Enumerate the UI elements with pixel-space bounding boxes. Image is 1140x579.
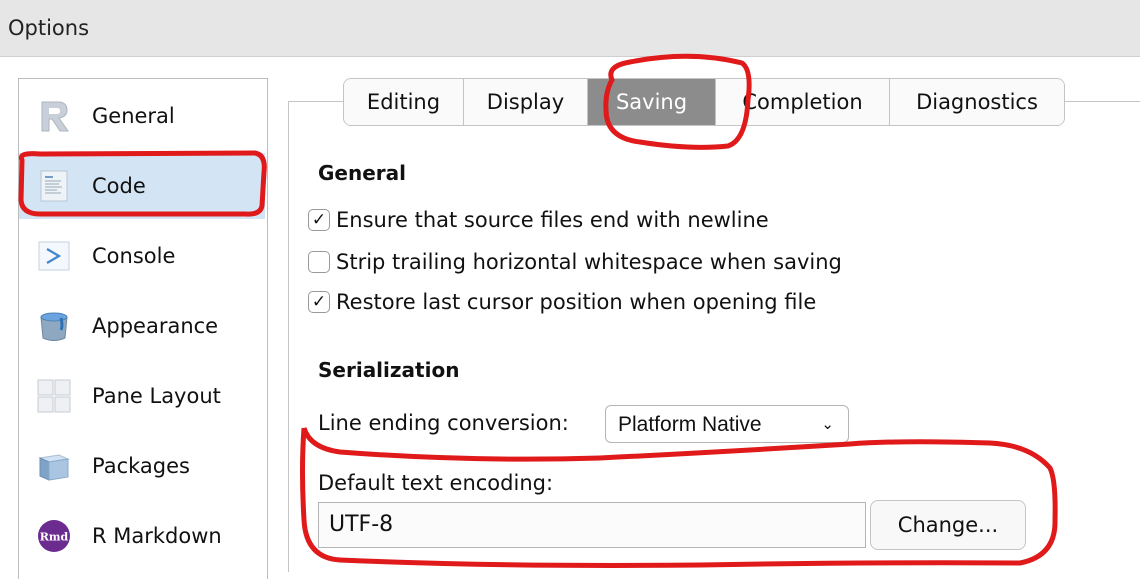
sidebar-item-label: R Markdown bbox=[92, 524, 222, 548]
line-ending-select[interactable]: Platform Native ⌄ bbox=[605, 405, 849, 443]
sidebar-item-general[interactable]: General bbox=[19, 83, 265, 149]
window-title: Options bbox=[8, 16, 90, 40]
sidebar-item-pane-layout[interactable]: Pane Layout bbox=[19, 363, 265, 429]
line-ending-label: Line ending conversion: bbox=[318, 411, 569, 435]
restore-cursor-checkbox[interactable]: ✓ bbox=[308, 291, 330, 313]
encoding-label: Default text encoding: bbox=[318, 471, 554, 495]
tab-editing[interactable]: Editing bbox=[344, 79, 464, 125]
tab-diagnostics[interactable]: Diagnostics bbox=[890, 79, 1064, 125]
sidebar-item-appearance[interactable]: Appearance bbox=[19, 293, 265, 359]
console-prompt-icon bbox=[36, 238, 72, 274]
sidebar-item-label: Packages bbox=[92, 454, 190, 478]
general-section-title: General bbox=[318, 161, 406, 185]
tab-saving[interactable]: Saving bbox=[588, 79, 716, 125]
sidebar-item-console[interactable]: Console bbox=[19, 223, 265, 289]
chevron-down-icon: ⌄ bbox=[821, 416, 834, 433]
package-box-icon bbox=[36, 448, 72, 484]
option-restore-cursor[interactable]: ✓ Restore last cursor position when open… bbox=[308, 288, 816, 316]
rmd-badge-text: Rmd bbox=[40, 531, 69, 544]
r-logo-icon bbox=[36, 98, 72, 134]
change-encoding-button[interactable]: Change... bbox=[870, 500, 1026, 550]
restore-cursor-label: Restore last cursor position when openin… bbox=[336, 290, 817, 314]
sidebar-item-label: Code bbox=[92, 174, 146, 198]
sidebar-item-label: Pane Layout bbox=[92, 384, 221, 408]
code-document-icon bbox=[36, 168, 72, 204]
strip-whitespace-checkbox[interactable] bbox=[308, 251, 330, 273]
sidebar-item-code[interactable]: Code bbox=[19, 153, 265, 219]
sidebar-item-label: Console bbox=[92, 244, 176, 268]
sidebar-item-r-markdown[interactable]: Rmd R Markdown bbox=[19, 503, 265, 569]
encoding-value: UTF-8 bbox=[329, 512, 394, 537]
ensure-newline-label: Ensure that source files end with newlin… bbox=[336, 208, 769, 232]
serialization-section-title: Serialization bbox=[318, 358, 460, 382]
options-tab-bar: Editing Display Saving Completion Diagno… bbox=[343, 78, 1065, 126]
encoding-field: UTF-8 bbox=[318, 502, 866, 548]
sidebar-item-packages[interactable]: Packages bbox=[19, 433, 265, 499]
tab-completion[interactable]: Completion bbox=[716, 79, 890, 125]
paint-bucket-icon bbox=[36, 308, 72, 344]
ensure-newline-checkbox[interactable]: ✓ bbox=[308, 209, 330, 231]
option-ensure-newline[interactable]: ✓ Ensure that source files end with newl… bbox=[308, 206, 769, 234]
option-strip-whitespace[interactable]: Strip trailing horizontal whitespace whe… bbox=[308, 248, 842, 276]
line-ending-value: Platform Native bbox=[618, 413, 762, 436]
strip-whitespace-label: Strip trailing horizontal whitespace whe… bbox=[336, 250, 842, 274]
rmd-badge-icon: Rmd bbox=[36, 518, 72, 554]
pane-grid-icon bbox=[36, 378, 72, 414]
window-titlebar: Options bbox=[0, 0, 1140, 57]
sidebar-item-label: General bbox=[92, 104, 175, 128]
sidebar-item-label: Appearance bbox=[92, 314, 219, 338]
tab-display[interactable]: Display bbox=[464, 79, 588, 125]
